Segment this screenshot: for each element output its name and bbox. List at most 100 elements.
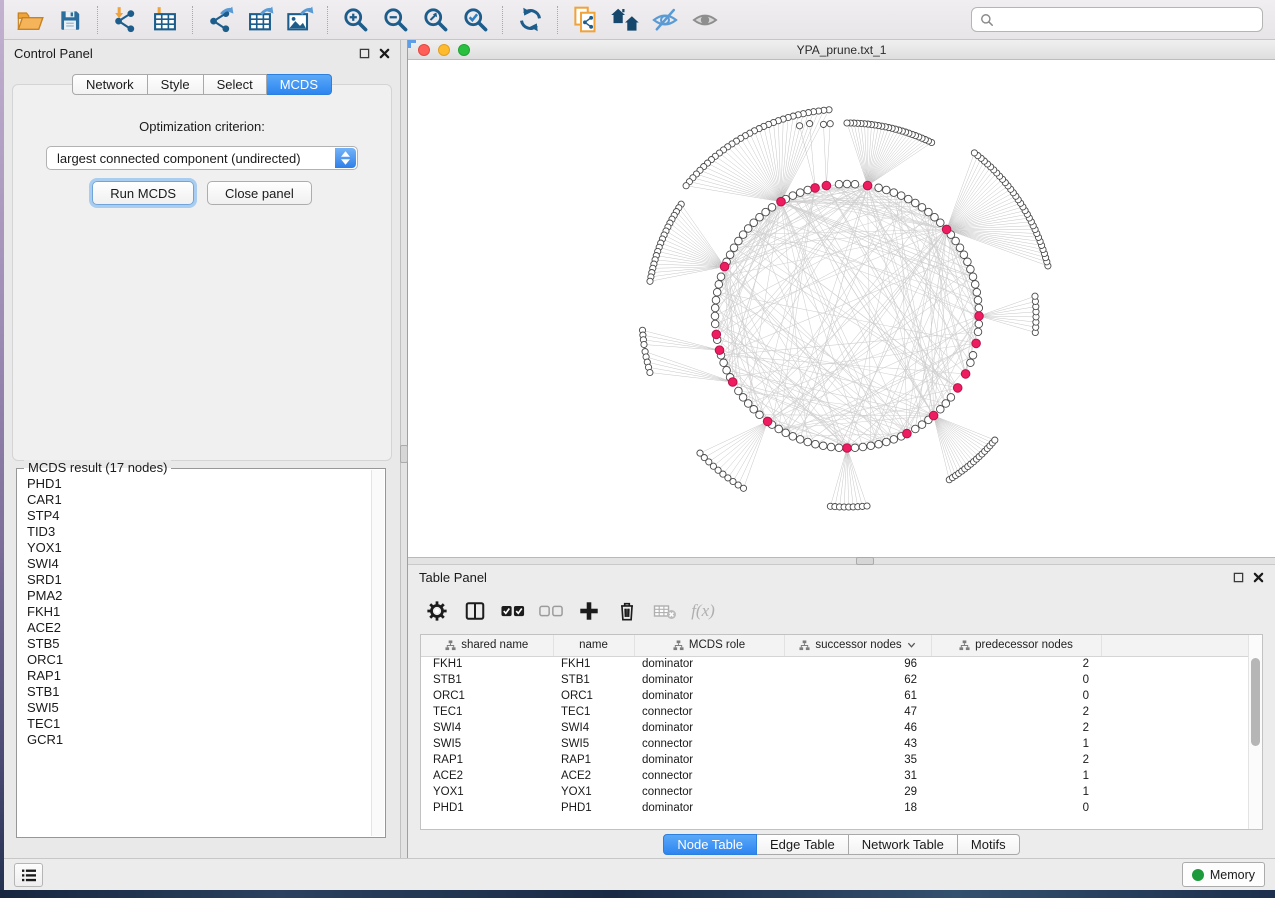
ring-node[interactable] (717, 273, 725, 281)
mcds-result-item[interactable]: STB1 (27, 684, 370, 700)
search-box[interactable] (971, 7, 1263, 32)
ring-node[interactable] (851, 180, 859, 188)
close-panel-icon[interactable] (379, 48, 390, 59)
run-mcds-button[interactable]: Run MCDS (92, 181, 194, 205)
ring-node[interactable] (971, 281, 979, 289)
show-all-button[interactable] (685, 3, 725, 37)
ring-node[interactable] (827, 443, 835, 451)
import-table-button[interactable] (145, 3, 185, 37)
mcds-result-scrollbar[interactable] (371, 470, 384, 836)
column-header-MCDS-role[interactable]: MCDS role (634, 635, 784, 656)
ring-node[interactable] (918, 421, 926, 429)
export-table-button[interactable] (240, 3, 280, 37)
leaf-node[interactable] (864, 503, 870, 509)
tab-select[interactable]: Select (204, 74, 267, 95)
column-header-successor-nodes[interactable]: successor nodes (784, 635, 931, 656)
float-table-panel-icon[interactable] (1233, 572, 1244, 583)
tab-motifs[interactable]: Motifs (958, 834, 1020, 855)
mcds-hub-node[interactable] (811, 184, 820, 193)
ring-node[interactable] (711, 304, 719, 312)
ring-node[interactable] (796, 436, 804, 444)
leaf-node[interactable] (1032, 293, 1038, 299)
table-row[interactable]: SWI5SWI5connector431 (421, 736, 1251, 752)
ring-node[interactable] (918, 204, 926, 212)
mcds-result-item[interactable]: CAR1 (27, 492, 370, 508)
hide-selected-button[interactable] (645, 3, 685, 37)
leaf-node[interactable] (683, 183, 689, 189)
ring-node[interactable] (960, 251, 968, 259)
mcds-result-item[interactable]: TID3 (27, 524, 370, 540)
search-input[interactable] (1000, 13, 1254, 27)
ring-node[interactable] (789, 433, 797, 441)
column-header-name[interactable]: name (553, 635, 634, 656)
zoom-out-button[interactable] (375, 3, 415, 37)
mcds-result-item[interactable]: PHD1 (27, 476, 370, 492)
leaf-node[interactable] (740, 485, 746, 491)
ring-node[interactable] (974, 296, 982, 304)
zoom-in-button[interactable] (335, 3, 375, 37)
mcds-result-item[interactable]: FKH1 (27, 604, 370, 620)
mcds-hub-node[interactable] (961, 370, 970, 379)
leaf-node[interactable] (647, 369, 653, 375)
network-graph[interactable] (408, 60, 1274, 557)
close-table-panel-icon[interactable] (1253, 572, 1264, 583)
delete-column-button[interactable] (610, 595, 644, 627)
criterion-select[interactable]: largest connected component (undirected) (46, 146, 358, 170)
table-settings-gear-button[interactable] (420, 595, 454, 627)
column-header-shared-name[interactable]: shared name (421, 635, 553, 656)
import-network-button[interactable] (105, 3, 145, 37)
ring-node[interactable] (975, 320, 983, 328)
open-file-button[interactable] (10, 3, 50, 37)
leaf-node[interactable] (641, 341, 647, 347)
zoom-selected-button[interactable] (455, 3, 495, 37)
table-row[interactable]: ACE2ACE2connector311 (421, 768, 1251, 784)
mcds-hub-node[interactable] (903, 429, 912, 438)
ring-node[interactable] (712, 296, 720, 304)
ring-node[interactable] (912, 425, 920, 433)
network-canvas[interactable] (408, 60, 1275, 557)
ring-node[interactable] (726, 251, 734, 259)
tab-node-table[interactable]: Node Table (663, 834, 757, 855)
ring-node[interactable] (875, 440, 883, 448)
table-row[interactable]: TEC1TEC1connector472 (421, 704, 1251, 720)
minimize-window-icon[interactable] (438, 44, 450, 56)
ring-node[interactable] (912, 199, 920, 207)
ring-node[interactable] (952, 237, 960, 245)
export-network-button[interactable] (200, 3, 240, 37)
tab-network[interactable]: Network (72, 74, 148, 95)
horizontal-splitter-handle[interactable] (856, 557, 874, 565)
ring-node[interactable] (735, 387, 743, 395)
tab-edge-table[interactable]: Edge Table (757, 834, 849, 855)
mcds-hub-node[interactable] (929, 411, 938, 420)
ring-node[interactable] (789, 192, 797, 200)
table-row[interactable]: SWI4SWI4dominator462 (421, 720, 1251, 736)
ring-node[interactable] (925, 208, 933, 216)
table-row[interactable]: RAP1RAP1dominator352 (421, 752, 1251, 768)
ring-node[interactable] (875, 184, 883, 192)
ring-node[interactable] (796, 189, 804, 197)
leaf-node[interactable] (971, 150, 977, 156)
save-session-button[interactable] (50, 3, 90, 37)
ring-node[interactable] (756, 411, 764, 419)
mcds-result-item[interactable]: STB5 (27, 636, 370, 652)
mcds-result-item[interactable]: YOX1 (27, 540, 370, 556)
vertical-splitter-handle[interactable] (400, 445, 408, 463)
ring-node[interactable] (782, 429, 790, 437)
ring-node[interactable] (867, 442, 875, 450)
mcds-hub-node[interactable] (720, 262, 729, 271)
mcds-hub-node[interactable] (975, 312, 984, 321)
leaf-node[interactable] (797, 123, 803, 129)
ring-node[interactable] (711, 312, 719, 320)
mcds-result-item[interactable]: ACE2 (27, 620, 370, 636)
mcds-result-item[interactable]: RAP1 (27, 668, 370, 684)
mcds-result-item[interactable]: SRD1 (27, 572, 370, 588)
ring-node[interactable] (973, 288, 981, 296)
mcds-result-item[interactable]: TEC1 (27, 716, 370, 732)
ring-node[interactable] (843, 180, 851, 188)
vertical-splitter[interactable] (400, 40, 408, 858)
leaf-node[interactable] (647, 278, 653, 284)
network-from-selection-button[interactable] (565, 3, 605, 37)
ring-node[interactable] (768, 204, 776, 212)
leaf-node[interactable] (827, 121, 833, 127)
close-panel-button[interactable]: Close panel (207, 181, 312, 205)
